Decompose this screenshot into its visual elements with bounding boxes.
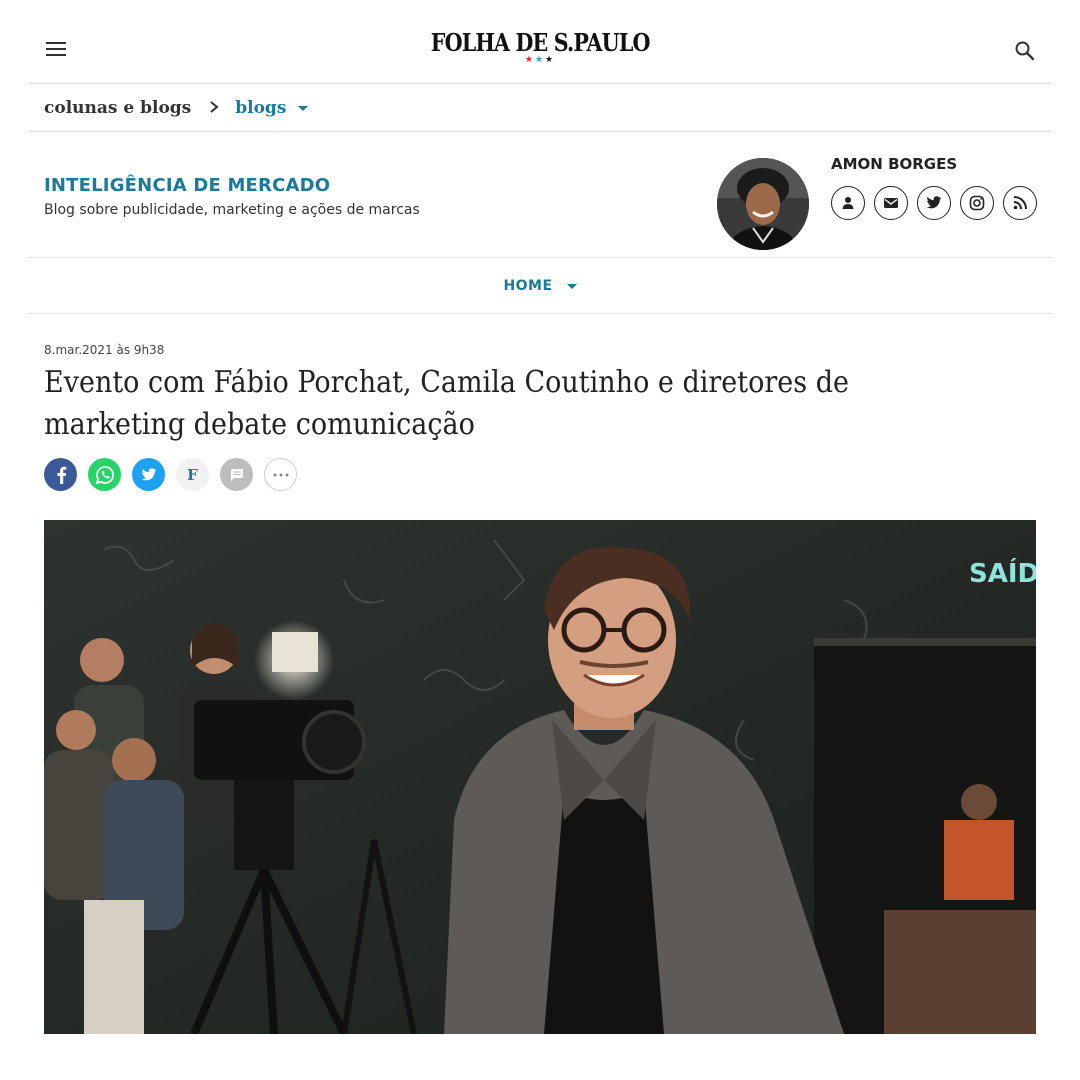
article-date: 8.mar.2021 às 9h38 [44,343,165,357]
search-icon[interactable] [1014,40,1036,62]
comment-icon[interactable] [220,458,253,491]
mail-icon[interactable] [874,186,908,220]
folha-icon[interactable]: F [176,458,209,491]
chevron-right-icon [209,99,219,118]
logo-text: FOLHA DE S.PAULO [430,28,651,57]
share-bar: F [44,458,297,491]
divider [28,131,1052,132]
blog-subtitle: Blog sobre publicidade, marketing e açõe… [44,202,420,218]
article-photo[interactable]: SAÍDA [44,520,1036,1034]
top-bar: FOLHA DE S.PAULO ★★★ [28,14,1052,84]
twitter-icon[interactable] [132,458,165,491]
caret-down-icon [566,283,577,289]
breadcrumb-section[interactable]: colunas e blogs [44,98,191,118]
whatsapp-icon[interactable] [88,458,121,491]
breadcrumb-current-dropdown[interactable]: blogs [235,98,309,118]
divider [28,313,1052,314]
facebook-icon[interactable] [44,458,77,491]
author-avatar[interactable] [717,158,809,250]
breadcrumb: colunas e blogs blogs [44,84,1052,132]
blog-title[interactable]: INTELIGÊNCIA DE MERCADO [44,175,330,196]
person-icon[interactable] [831,186,865,220]
home-label: HOME [503,278,553,294]
more-icon[interactable] [264,458,297,491]
article-headline: Evento com Fábio Porchat, Camila Coutinh… [44,362,998,446]
caret-down-icon [298,105,309,111]
site-logo[interactable]: FOLHA DE S.PAULO ★★★ [28,28,1052,65]
photo-sign: SAÍDA [969,557,1036,589]
page: FOLHA DE S.PAULO ★★★ colunas e blogs blo… [28,14,1052,1066]
author-links [831,186,1037,220]
breadcrumb-current: blogs [235,98,287,118]
home-dropdown[interactable]: HOME [28,258,1052,314]
rss-icon[interactable] [1003,186,1037,220]
twitter-icon[interactable] [917,186,951,220]
author-name[interactable]: AMON BORGES [831,155,957,173]
instagram-icon[interactable] [960,186,994,220]
headline-text: Evento com Fábio Porchat, Camila Coutinh… [44,365,849,442]
folha-letter: F [187,465,198,484]
